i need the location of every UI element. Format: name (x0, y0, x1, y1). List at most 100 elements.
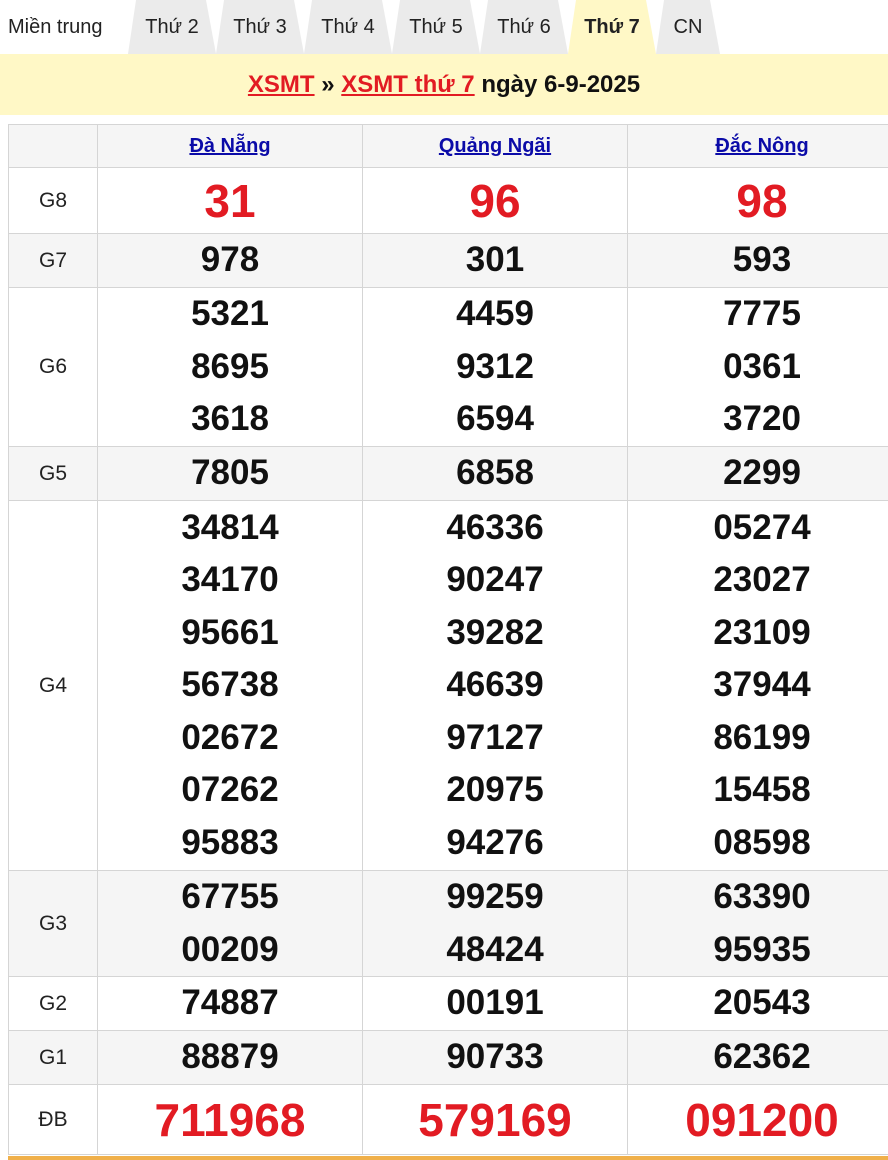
prize-cell: 96 (362, 167, 628, 234)
tab-thu-3[interactable]: Thứ 3 (216, 0, 304, 54)
prize-cell: 74887 (97, 976, 363, 1031)
prize-label: G5 (8, 446, 98, 501)
corner-cell (8, 124, 98, 168)
xsmt-thu-7-link[interactable]: XSMT thứ 7 (341, 71, 474, 98)
prize-number: 94276 (446, 822, 544, 862)
prize-number: 3618 (191, 399, 269, 439)
prize-number: 34170 (181, 560, 279, 600)
tab-cn[interactable]: CN (656, 0, 720, 54)
prize-number: 9312 (456, 346, 534, 386)
prize-number: 7805 (191, 453, 269, 493)
draw-date: ngày 6-9-2025 (481, 71, 641, 98)
prize-number: 63390 (713, 877, 811, 916)
special-prize-number: 091200 (685, 1093, 839, 1146)
prize-number: 96 (469, 174, 521, 227)
tab-thu-5[interactable]: Thứ 5 (392, 0, 480, 54)
province-link-dac-nong[interactable]: Đắc Nông (715, 135, 808, 157)
day-tabs: Miền trung Thứ 2 Thứ 3 Thứ 4 Thứ 5 Thứ 6… (0, 0, 888, 54)
province-header: Quảng Ngãi (362, 124, 628, 168)
prize-cell: 6858 (362, 446, 628, 501)
prize-number: 86199 (713, 717, 811, 757)
prize-cell: 5321 8695 3618 (97, 287, 363, 447)
tab-thu-7[interactable]: Thứ 7 (568, 0, 656, 54)
prize-number: 46639 (446, 665, 544, 705)
prize-number: 23109 (713, 612, 811, 652)
prize-row-special: ĐB 711968 579169 091200 (8, 1084, 888, 1155)
prize-row-g6: G6 5321 8695 3618 4459 9312 6594 7775 03… (8, 287, 888, 447)
prize-number: 3720 (723, 399, 801, 439)
prize-cell: 978 (97, 233, 363, 288)
prize-number: 23027 (713, 560, 811, 600)
prize-number: 95661 (181, 612, 279, 652)
prize-cell: 091200 (627, 1084, 888, 1155)
prize-cell: 4459 9312 6594 (362, 287, 628, 447)
prize-row-g1: G1 88879 90733 62362 (8, 1030, 888, 1085)
prize-number: 08598 (713, 822, 811, 862)
prize-label: G7 (8, 233, 98, 288)
prize-number: 95883 (181, 822, 279, 862)
prize-row-g2: G2 74887 00191 20543 (8, 976, 888, 1031)
prize-number: 00209 (181, 929, 279, 969)
prize-number: 6858 (456, 453, 534, 493)
special-prize-number: 579169 (418, 1093, 572, 1146)
prize-number: 98 (736, 174, 788, 227)
prize-number: 48424 (446, 929, 544, 969)
prize-label: G2 (8, 976, 98, 1031)
prize-cell: 34814 34170 95661 56738 02672 07262 9588… (97, 500, 363, 871)
prize-label: G3 (8, 870, 98, 977)
province-header: Đắc Nông (627, 124, 888, 168)
xsmt-link[interactable]: XSMT (248, 71, 315, 98)
prize-cell: 67755 00209 (97, 870, 363, 977)
prize-label: ĐB (8, 1084, 98, 1155)
prize-cell: 301 (362, 233, 628, 288)
results-table: Đà Nẵng Quảng Ngãi Đắc Nông G8 31 96 98 … (8, 124, 888, 1155)
prize-number: 74887 (181, 983, 279, 1023)
prize-number: 20543 (713, 983, 811, 1023)
tab-thu-2[interactable]: Thứ 2 (128, 0, 216, 54)
prize-cell: 00191 (362, 976, 628, 1031)
prize-cell: 98 (627, 167, 888, 234)
prize-number: 46336 (446, 507, 544, 547)
prize-label: G8 (8, 167, 98, 234)
prize-number: 02672 (181, 717, 279, 757)
prize-row-g7: G7 978 301 593 (8, 233, 888, 288)
results-header-bar: XSMT » XSMT thứ 7 ngày 6-9-2025 (0, 54, 888, 115)
bottom-divider (8, 1156, 888, 1160)
prize-cell: 7775 0361 3720 (627, 287, 888, 447)
prize-number: 90733 (446, 1037, 544, 1077)
prize-row-g3: G3 67755 00209 99259 48424 63390 95935 (8, 870, 888, 977)
province-link-da-nang[interactable]: Đà Nẵng (189, 135, 270, 157)
tab-mien-trung[interactable]: Miền trung (0, 0, 128, 54)
prize-number: 301 (465, 240, 525, 280)
prize-number: 6594 (456, 399, 534, 439)
prize-number: 67755 (181, 877, 279, 916)
prize-number: 7775 (723, 294, 801, 334)
prize-number: 2299 (723, 453, 801, 493)
prize-number: 00191 (446, 983, 544, 1023)
breadcrumb-separator: » (321, 71, 335, 98)
prize-number: 978 (200, 240, 260, 280)
prize-cell: 579169 (362, 1084, 628, 1155)
prize-number: 0361 (723, 346, 801, 386)
province-link-quang-ngai[interactable]: Quảng Ngãi (439, 135, 551, 157)
prize-cell: 2299 (627, 446, 888, 501)
prize-number: 99259 (446, 877, 544, 916)
province-header-row: Đà Nẵng Quảng Ngãi Đắc Nông (8, 124, 888, 168)
prize-number: 62362 (713, 1037, 811, 1077)
tab-thu-6[interactable]: Thứ 6 (480, 0, 568, 54)
prize-cell: 05274 23027 23109 37944 86199 15458 0859… (627, 500, 888, 871)
prize-number: 593 (732, 240, 792, 280)
prize-cell: 88879 (97, 1030, 363, 1085)
prize-number: 5321 (191, 294, 269, 334)
province-header: Đà Nẵng (97, 124, 363, 168)
prize-row-g8: G8 31 96 98 (8, 167, 888, 234)
prize-cell: 7805 (97, 446, 363, 501)
prize-number: 15458 (713, 770, 811, 810)
tab-thu-4[interactable]: Thứ 4 (304, 0, 392, 54)
prize-number: 97127 (446, 717, 544, 757)
prize-number: 95935 (713, 929, 811, 969)
prize-number: 05274 (713, 507, 811, 547)
prize-number: 07262 (181, 770, 279, 810)
prize-cell: 62362 (627, 1030, 888, 1085)
prize-cell: 99259 48424 (362, 870, 628, 977)
